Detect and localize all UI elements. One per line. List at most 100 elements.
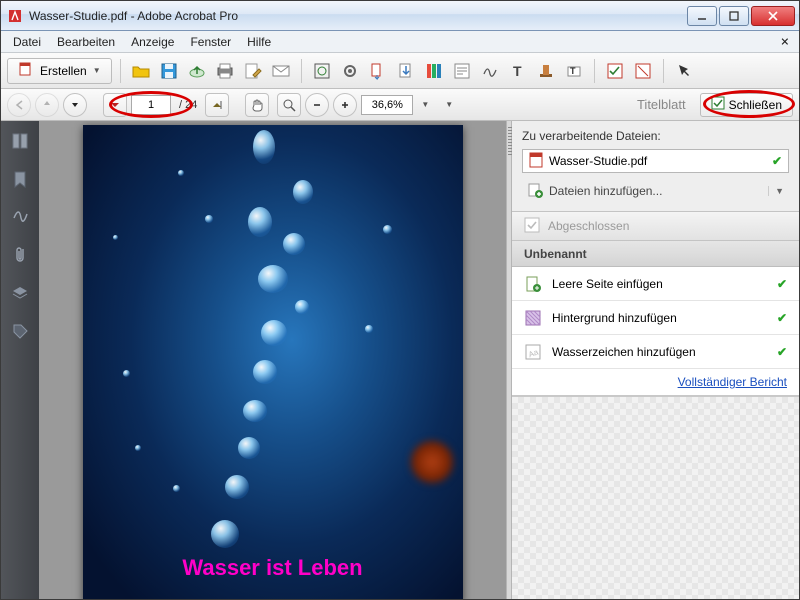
close-panel-label: Schließen bbox=[729, 98, 782, 112]
create-label: Erstellen bbox=[40, 64, 87, 78]
create-icon bbox=[18, 61, 34, 80]
email-button[interactable] bbox=[269, 59, 293, 83]
bookmark-panel-button[interactable] bbox=[10, 169, 30, 189]
app-body: Wasser ist Leben Zu verarbeitende Dateie… bbox=[1, 121, 799, 599]
title-bar: Wasser-Studie.pdf - Adobe Acrobat Pro bbox=[1, 1, 799, 31]
source-file-name: Wasser-Studie.pdf bbox=[549, 154, 766, 168]
zoom-input[interactable] bbox=[361, 95, 413, 115]
print-button[interactable] bbox=[213, 59, 237, 83]
menu-bar: Datei Bearbeiten Anzeige Fenster Hilfe × bbox=[1, 31, 799, 53]
form-button[interactable] bbox=[450, 59, 474, 83]
pdf-icon bbox=[529, 152, 543, 171]
sign-button[interactable] bbox=[478, 59, 502, 83]
close-document-button[interactable]: × bbox=[775, 34, 795, 50]
zoom-out-button[interactable] bbox=[305, 93, 329, 117]
action-add-watermark[interactable]: Aa Wasserzeichen hinzufügen ✔ bbox=[512, 335, 799, 369]
add-files-button[interactable]: Dateien hinzufügen... ▼ bbox=[522, 179, 789, 203]
insert-page-icon bbox=[524, 275, 542, 293]
main-toolbar: Erstellen ▼ T T bbox=[1, 53, 799, 89]
measure-button[interactable] bbox=[631, 59, 655, 83]
status-row: Abgeschlossen bbox=[512, 211, 799, 241]
menu-window[interactable]: Fenster bbox=[182, 33, 239, 51]
document-page: Wasser ist Leben bbox=[83, 125, 463, 599]
caret-down-icon: ▼ bbox=[93, 66, 101, 75]
action-add-background[interactable]: Hintergrund hinzufügen ✔ bbox=[512, 301, 799, 335]
add-files-dropdown[interactable]: ▼ bbox=[768, 186, 784, 196]
action-section-header: Unbenannt bbox=[512, 241, 799, 267]
action-label: Hintergrund hinzufügen bbox=[552, 311, 677, 325]
files-header: Zu verarbeitende Dateien: bbox=[512, 121, 799, 149]
toolbar-more-button[interactable]: ▼ bbox=[441, 100, 457, 109]
page-input[interactable] bbox=[131, 95, 171, 115]
hand-tool-button[interactable] bbox=[245, 93, 269, 117]
signatures-panel-button[interactable] bbox=[10, 207, 30, 227]
section-label: Titelblatt bbox=[637, 97, 686, 112]
svg-text:T: T bbox=[570, 66, 576, 76]
next-page-button[interactable] bbox=[63, 93, 87, 117]
full-report-link[interactable]: Vollständiger Bericht bbox=[512, 369, 799, 396]
stamp-button[interactable] bbox=[534, 59, 558, 83]
menu-view[interactable]: Anzeige bbox=[123, 33, 182, 51]
layers-panel-button[interactable] bbox=[10, 283, 30, 303]
settings-icon[interactable] bbox=[338, 59, 362, 83]
color-button[interactable] bbox=[422, 59, 446, 83]
menu-help[interactable]: Hilfe bbox=[239, 33, 279, 51]
status-label: Abgeschlossen bbox=[548, 219, 629, 233]
prev-page-button[interactable] bbox=[35, 93, 59, 117]
source-file-row[interactable]: Wasser-Studie.pdf ✔ bbox=[522, 149, 789, 173]
add-files-label: Dateien hinzufügen... bbox=[549, 184, 662, 198]
marquee-zoom-button[interactable] bbox=[277, 93, 301, 117]
arrow-tool-button[interactable] bbox=[394, 59, 418, 83]
left-rail bbox=[1, 121, 39, 599]
action-label: Wasserzeichen hinzufügen bbox=[552, 345, 696, 359]
document-watermark: Wasser ist Leben bbox=[83, 555, 463, 581]
menu-file[interactable]: Datei bbox=[5, 33, 49, 51]
action-insert-blank-page[interactable]: Leere Seite einfügen ✔ bbox=[512, 267, 799, 301]
actions-panel: Zu verarbeitende Dateien: Wasser-Studie.… bbox=[512, 121, 799, 599]
check-icon: ✔ bbox=[772, 154, 782, 168]
extract-button[interactable] bbox=[366, 59, 390, 83]
window-controls bbox=[687, 6, 795, 26]
acrobat-icon bbox=[7, 8, 23, 24]
close-panel-button[interactable]: Schließen bbox=[700, 93, 793, 117]
action-label: Leere Seite einfügen bbox=[552, 277, 663, 291]
highlight-button[interactable]: T bbox=[562, 59, 586, 83]
edit-pdf-button[interactable] bbox=[241, 59, 265, 83]
thumbnails-panel-button[interactable] bbox=[10, 131, 30, 151]
tags-panel-button[interactable] bbox=[10, 321, 30, 341]
open-button[interactable] bbox=[129, 59, 153, 83]
attachments-panel-button[interactable] bbox=[10, 245, 30, 265]
close-panel-icon bbox=[711, 96, 725, 113]
checklist-button[interactable] bbox=[603, 59, 627, 83]
menu-edit[interactable]: Bearbeiten bbox=[49, 33, 123, 51]
page-down-button[interactable] bbox=[103, 93, 127, 117]
app-window: Wasser-Studie.pdf - Adobe Acrobat Pro Da… bbox=[0, 0, 800, 600]
first-page-button[interactable] bbox=[7, 93, 31, 117]
panel-empty-area bbox=[512, 396, 799, 599]
text-tool-button[interactable]: T bbox=[506, 59, 530, 83]
create-button[interactable]: Erstellen ▼ bbox=[7, 58, 112, 84]
select-tool-button[interactable] bbox=[672, 59, 696, 83]
status-icon bbox=[524, 217, 540, 236]
watermark-icon: Aa bbox=[524, 343, 542, 361]
page-total-label: / 24 bbox=[175, 99, 201, 111]
zoom-dropdown-button[interactable]: ▼ bbox=[417, 100, 433, 109]
document-viewport[interactable]: Wasser ist Leben bbox=[39, 121, 506, 599]
add-file-icon bbox=[527, 182, 543, 201]
check-icon: ✔ bbox=[777, 311, 787, 325]
window-title: Wasser-Studie.pdf - Adobe Acrobat Pro bbox=[29, 9, 687, 23]
cloud-button[interactable] bbox=[185, 59, 209, 83]
minimize-button[interactable] bbox=[687, 6, 717, 26]
save-button[interactable] bbox=[157, 59, 181, 83]
svg-text:T: T bbox=[513, 63, 522, 79]
background-icon bbox=[524, 309, 542, 327]
zoom-in-button[interactable] bbox=[333, 93, 357, 117]
scan-button[interactable] bbox=[310, 59, 334, 83]
check-icon: ✔ bbox=[777, 345, 787, 359]
page-up-button[interactable] bbox=[205, 93, 229, 117]
check-icon: ✔ bbox=[777, 277, 787, 291]
navigation-toolbar: / 24 ▼ ▼ Titelblatt Schließen bbox=[1, 89, 799, 121]
maximize-button[interactable] bbox=[719, 6, 749, 26]
vertical-splitter[interactable] bbox=[506, 121, 512, 599]
close-window-button[interactable] bbox=[751, 6, 795, 26]
